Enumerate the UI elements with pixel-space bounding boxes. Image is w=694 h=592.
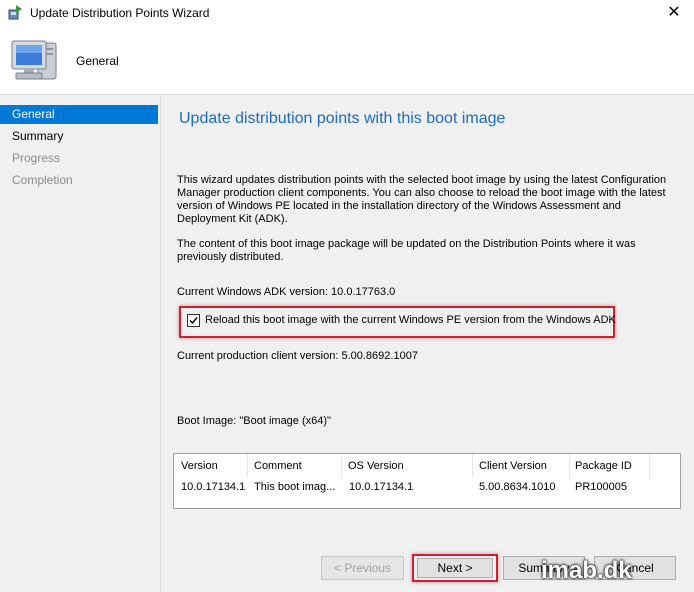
nav-item-general[interactable]: General (0, 105, 158, 124)
computer-icon (11, 40, 57, 80)
title-bar: Update Distribution Points Wizard ✕ (0, 0, 694, 27)
previous-button: < Previous (321, 556, 404, 580)
column-header-os-version[interactable]: OS Version (348, 460, 404, 472)
nav-item-summary[interactable]: Summary (0, 127, 158, 146)
adk-version-text: Current Windows ADK version: 10.0.17763.… (177, 286, 396, 298)
column-separator (569, 454, 570, 478)
column-header-comment[interactable]: Comment (254, 460, 302, 472)
client-version-text: Current production client version: 5.00.… (177, 350, 418, 362)
watermark: imab.dk (541, 557, 632, 584)
wizard-header: General (0, 27, 694, 95)
close-icon[interactable]: ✕ (659, 3, 689, 23)
intro-text: This wizard updates distribution points … (177, 174, 667, 225)
window-title: Update Distribution Points Wizard (30, 6, 210, 20)
column-separator (341, 454, 342, 478)
column-header-package-id[interactable]: Package ID (575, 460, 632, 472)
next-button[interactable]: Next > (417, 558, 493, 578)
column-header-version[interactable]: Version (181, 460, 218, 472)
header-page-name: General (76, 54, 119, 68)
cell-package-id: PR100005 (575, 481, 627, 493)
reload-checkbox[interactable] (187, 314, 200, 327)
boot-image-table[interactable]: Version Comment OS Version Client Versio… (173, 453, 681, 509)
package-note-text: The content of this boot image package w… (177, 238, 636, 263)
column-separator (472, 454, 473, 478)
wizard-icon (8, 5, 22, 20)
cell-comment: This boot imag... (254, 481, 336, 493)
column-separator (247, 454, 248, 478)
cell-client-version: 5.00.8634.1010 (479, 481, 556, 493)
reload-checkbox-label[interactable]: Reload this boot image with the current … (205, 314, 616, 326)
checkmark-icon (189, 317, 198, 325)
cell-os-version: 10.0.17134.1 (349, 481, 414, 493)
nav-item-completion: Completion (12, 173, 73, 187)
wizard-content: Update distribution points with this boo… (161, 95, 694, 592)
page-title: Update distribution points with this boo… (179, 110, 506, 127)
nav-item-progress: Progress (12, 151, 61, 165)
wizard-nav: General Summary Progress Completion (0, 95, 161, 592)
boot-image-text: Boot Image: "Boot image (x64)" (177, 415, 331, 427)
cell-version: 10.0.17134.1 (181, 481, 245, 493)
column-separator (649, 454, 650, 478)
column-header-client-version[interactable]: Client Version (479, 460, 547, 472)
